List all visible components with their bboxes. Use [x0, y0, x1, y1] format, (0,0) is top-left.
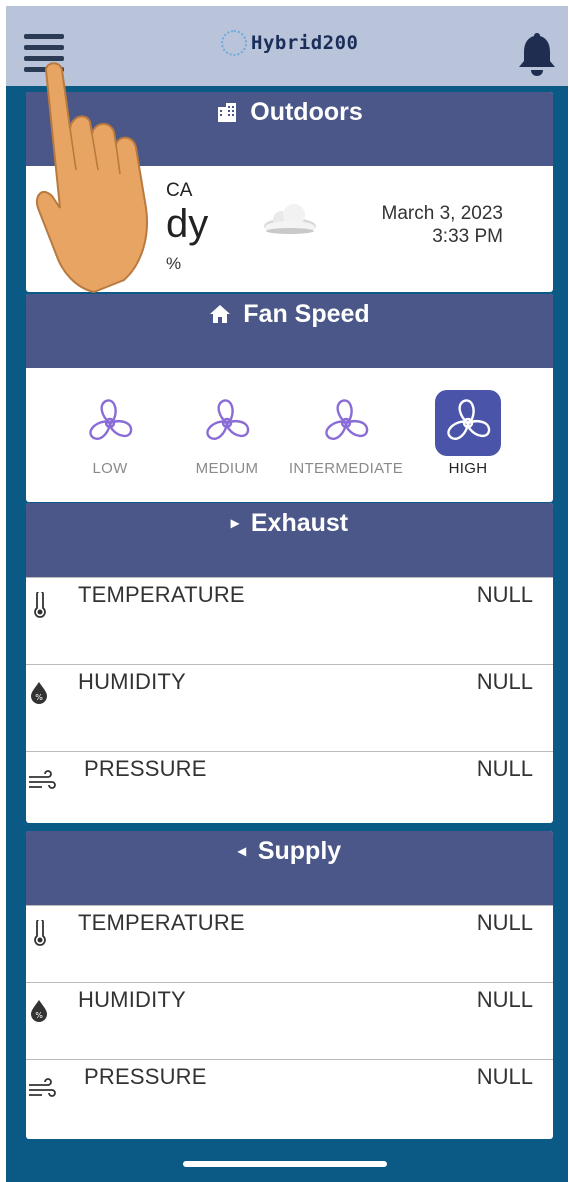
weather-datetime: March 3, 2023 3:33 PM: [382, 202, 503, 248]
fan-speed-card: Fan Speed LOW MEDIUM INTERMEDIATE HIGH: [26, 294, 553, 502]
row-value: NULL: [476, 582, 533, 607]
outdoors-card: Outdoors CA dy % March 3, 2023 3:33 PM: [26, 92, 553, 292]
cloud-icon: [264, 204, 316, 234]
supply-header[interactable]: ◂ Supply: [26, 831, 553, 905]
weather-location: CA: [166, 180, 193, 201]
row-label: HUMIDITY: [78, 669, 186, 694]
building-icon: [218, 103, 237, 122]
fan-speed-header: Fan Speed: [26, 294, 553, 368]
caret-right-icon: ▸: [230, 515, 239, 532]
humidity-drop-icon: %: [31, 1000, 47, 1022]
wind-icon: [29, 770, 56, 789]
row-value: NULL: [476, 756, 533, 781]
fan-low-icon: [89, 399, 133, 440]
fan-option-label: LOW: [92, 460, 128, 477]
fan-high-icon: [447, 399, 491, 440]
fan-speed-title: Fan Speed: [243, 299, 370, 328]
wind-icon: [29, 1078, 56, 1097]
supply-card: ◂ Supply TEMPERATURE NULL % HUMIDITY NUL…: [26, 831, 553, 1139]
exhaust-card: ▸ Exhaust TEMPERATURE NULL % HUMIDITY NU…: [26, 503, 553, 823]
exhaust-row-temperature: TEMPERATURE NULL: [26, 577, 553, 664]
notification-bell-icon[interactable]: [516, 30, 558, 78]
fan-option-label: INTERMEDIATE: [288, 460, 404, 477]
svg-text:%: %: [35, 1011, 43, 1020]
fan-option-label: HIGH: [448, 460, 488, 477]
app-frame: Hybrid200 Outdoors CA dy % March 3, 2023…: [6, 6, 568, 1182]
row-value: NULL: [476, 987, 533, 1012]
exhaust-row-pressure: PRESSURE NULL: [26, 751, 553, 823]
weather-humidity: %: [166, 254, 182, 273]
supply-row-humidity: % HUMIDITY NULL: [26, 982, 553, 1059]
weather-date: March 3, 2023: [381, 203, 503, 224]
exhaust-title: Exhaust: [250, 508, 349, 537]
outdoors-header: Outdoors: [26, 92, 553, 166]
logo-ring-icon: [221, 30, 247, 56]
humidity-drop-icon: %: [31, 682, 47, 704]
fan-option-low[interactable]: LOW: [45, 390, 175, 477]
exhaust-header[interactable]: ▸ Exhaust: [26, 503, 553, 577]
outdoors-title: Outdoors: [250, 97, 363, 126]
supply-title: Supply: [257, 836, 342, 865]
thermometer-icon: [34, 592, 46, 618]
supply-row-temperature: TEMPERATURE NULL: [26, 905, 553, 982]
row-label: TEMPERATURE: [78, 582, 245, 607]
fan-option-intermediate[interactable]: INTERMEDIATE: [281, 390, 411, 477]
home-indicator[interactable]: [183, 1161, 387, 1167]
caret-left-icon: ◂: [237, 843, 246, 860]
home-icon: [210, 305, 231, 323]
app-title: Hybrid200: [251, 32, 359, 54]
weather-condition: dy: [166, 202, 209, 246]
outdoors-body: CA dy % March 3, 2023 3:33 PM: [26, 166, 553, 292]
fan-option-medium[interactable]: MEDIUM: [162, 390, 292, 477]
fan-intermediate-icon: [325, 399, 369, 440]
exhaust-row-humidity: % HUMIDITY NULL: [26, 664, 553, 751]
row-label: PRESSURE: [84, 756, 207, 781]
row-value: NULL: [476, 910, 533, 935]
fan-speed-options: LOW MEDIUM INTERMEDIATE HIGH: [26, 368, 553, 502]
row-label: PRESSURE: [84, 1064, 207, 1089]
row-label: HUMIDITY: [78, 987, 186, 1012]
supply-row-pressure: PRESSURE NULL: [26, 1059, 553, 1136]
row-label: TEMPERATURE: [78, 910, 245, 935]
top-bar: Hybrid200: [6, 6, 568, 89]
row-value: NULL: [476, 1064, 533, 1089]
hamburger-menu-icon[interactable]: [24, 34, 64, 72]
weather-time: 3:33 PM: [432, 226, 503, 247]
app-logo: Hybrid200: [221, 28, 358, 58]
fan-option-label: MEDIUM: [195, 460, 259, 477]
thermometer-icon: [34, 920, 46, 946]
svg-text:%: %: [35, 693, 43, 702]
fan-medium-icon: [206, 399, 250, 440]
fan-option-high[interactable]: HIGH: [403, 390, 533, 477]
row-value: NULL: [476, 669, 533, 694]
